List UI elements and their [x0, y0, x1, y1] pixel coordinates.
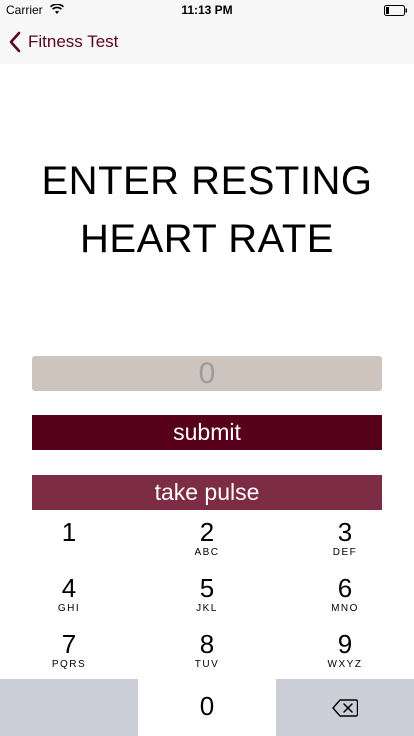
key-letters: ABC — [194, 547, 220, 558]
page-title-line-2: HEART RATE — [80, 217, 334, 261]
key-digit: 7 — [61, 629, 77, 659]
key-7[interactable]: 7 PQRS — [0, 623, 138, 679]
page-title-line-1: ENTER RESTING — [41, 159, 373, 203]
back-button[interactable]: Fitness Test — [8, 30, 118, 54]
key-3[interactable]: 3 DEF — [276, 511, 414, 567]
clock: 11:13 PM — [181, 3, 233, 17]
keypad-blank-key — [0, 679, 138, 736]
key-2[interactable]: 2 ABC — [138, 511, 276, 567]
key-digit: 2 — [199, 517, 215, 547]
key-4[interactable]: 4 GHI — [0, 567, 138, 623]
key-letters: PQRS — [51, 659, 87, 670]
key-letters: MNO — [331, 603, 359, 614]
navigation-bar: Fitness Test — [0, 20, 414, 64]
key-letters: TUV — [194, 659, 220, 670]
key-digit: 9 — [337, 629, 353, 659]
key-6[interactable]: 6 MNO — [276, 567, 414, 623]
key-0[interactable]: 0 — [138, 679, 276, 736]
key-digit: 0 — [199, 691, 215, 721]
key-letters: GHI — [57, 603, 81, 614]
status-bar: Carrier 11:13 PM — [0, 0, 414, 20]
key-digit: 1 — [61, 517, 77, 547]
key-digit: 3 — [337, 517, 353, 547]
key-8[interactable]: 8 TUV — [138, 623, 276, 679]
take-pulse-button[interactable]: take pulse — [32, 475, 382, 510]
key-digit: 4 — [61, 573, 77, 603]
chevron-left-icon — [9, 31, 21, 53]
submit-button[interactable]: submit — [32, 415, 382, 450]
key-5[interactable]: 5 JKL — [138, 567, 276, 623]
key-9[interactable]: 9 WXYZ — [276, 623, 414, 679]
key-digit: 6 — [337, 573, 353, 603]
battery-icon — [384, 5, 407, 16]
key-1[interactable]: 1 — [0, 511, 138, 567]
backspace-icon — [332, 699, 359, 717]
key-digit: 8 — [199, 629, 215, 659]
key-letters: WXYZ — [327, 659, 363, 670]
key-digit: 5 — [199, 573, 215, 603]
key-letters: DEF — [332, 547, 358, 558]
backspace-key[interactable] — [276, 679, 414, 736]
heart-rate-input[interactable] — [32, 356, 382, 391]
key-letters: JKL — [196, 603, 218, 614]
back-button-label: Fitness Test — [28, 32, 119, 51]
numeric-keypad: 1 2 ABC 3 DEF 4 GHI 5 JKL 6 MNO 7 PQRS 8… — [0, 511, 414, 736]
page-title: ENTER RESTING HEART RATE — [0, 152, 414, 268]
